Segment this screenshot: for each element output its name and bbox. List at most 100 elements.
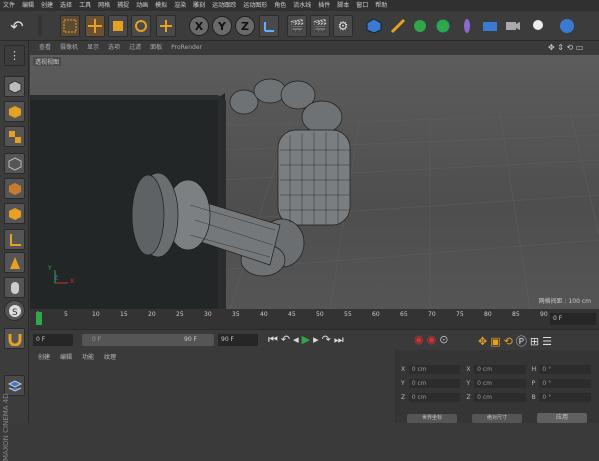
material-tab[interactable]: 编辑 bbox=[60, 354, 72, 361]
record-icon[interactable]: ◉ bbox=[414, 333, 427, 346]
pen-icon[interactable] bbox=[388, 15, 408, 37]
object-mode-icon[interactable] bbox=[4, 101, 25, 122]
menu-item[interactable]: 角色 bbox=[274, 0, 286, 11]
menu-item[interactable]: 选择 bbox=[60, 0, 72, 11]
prev-frame-icon[interactable]: ◂ bbox=[293, 333, 302, 346]
scale-key-icon[interactable]: ▣ bbox=[490, 335, 503, 348]
enable-axis-icon[interactable] bbox=[4, 229, 25, 250]
axis-label-y: Y bbox=[48, 265, 52, 272]
goto-end-icon[interactable]: ⏭ bbox=[334, 333, 347, 346]
undo-icon[interactable]: ↶ bbox=[4, 15, 30, 37]
material-tab[interactable]: 功能 bbox=[82, 354, 94, 361]
start-frame-field[interactable]: 0 F bbox=[33, 334, 73, 346]
y-axis-toggle[interactable]: Y bbox=[212, 16, 232, 36]
keyframe-selection-icon[interactable]: ⊙ bbox=[439, 333, 451, 346]
cloner-icon[interactable] bbox=[433, 15, 453, 37]
viewport-menu-item[interactable]: ProRender bbox=[171, 41, 202, 55]
rotate-tool-icon[interactable] bbox=[131, 15, 151, 37]
current-frame-field[interactable]: 0 F bbox=[550, 313, 596, 325]
perspective-viewport[interactable]: 透视视图 Y Z X 网格间距 : 100 cm bbox=[30, 55, 599, 309]
menu-item[interactable]: 渲染 bbox=[174, 0, 186, 11]
move-view-icon[interactable] bbox=[557, 15, 577, 37]
coordinate-mode-select[interactable]: 世界坐标 bbox=[407, 414, 457, 423]
camera-icon[interactable] bbox=[503, 15, 523, 37]
viewport-menu-item[interactable]: 选项 bbox=[108, 41, 120, 55]
coordinate-field[interactable]: 0 cm bbox=[408, 364, 461, 374]
z-axis-toggle[interactable]: Z bbox=[235, 16, 255, 36]
render-settings-icon[interactable]: ⚙ bbox=[333, 15, 353, 37]
coordinate-field[interactable]: 0 ° bbox=[539, 392, 591, 402]
menu-item[interactable]: 运动跟踪 bbox=[212, 0, 236, 11]
model-mode-icon[interactable] bbox=[4, 76, 25, 97]
menu-item[interactable]: 窗口 bbox=[356, 0, 368, 11]
move-tool-icon[interactable] bbox=[85, 15, 105, 37]
x-axis-toggle[interactable]: X bbox=[189, 16, 209, 36]
menu-item[interactable]: 模拟 bbox=[155, 0, 167, 11]
points-mode-icon[interactable] bbox=[4, 153, 25, 174]
position-key-icon[interactable]: ✥ bbox=[478, 335, 490, 348]
mouse-icon[interactable] bbox=[4, 277, 25, 298]
playhead[interactable] bbox=[36, 312, 42, 325]
next-frame-icon[interactable]: ▸ bbox=[313, 333, 322, 346]
coordinate-field[interactable]: 0 ° bbox=[539, 378, 591, 388]
rotation-key-icon[interactable]: ⟲ bbox=[504, 335, 516, 348]
subdivision-icon[interactable] bbox=[410, 15, 430, 37]
edges-mode-icon[interactable] bbox=[4, 178, 25, 199]
live-selection-tool[interactable] bbox=[60, 15, 80, 37]
viewport-menu-item[interactable]: 查看 bbox=[39, 41, 51, 55]
end-frame-field[interactable]: 90 F bbox=[218, 334, 258, 346]
deformer-icon[interactable] bbox=[457, 15, 477, 37]
key-track-controls: ✥▣⟲Ⓟ⊞☰ bbox=[478, 333, 555, 349]
apply-button[interactable]: 应用 bbox=[537, 413, 587, 423]
goto-start-icon[interactable]: ⏮ bbox=[268, 333, 281, 346]
menu-item[interactable]: 网格 bbox=[98, 0, 110, 11]
material-tab[interactable]: 纹理 bbox=[104, 354, 116, 361]
menu-item[interactable]: 雕刻 bbox=[193, 0, 205, 11]
viewport-menu-item[interactable]: 过滤 bbox=[129, 41, 141, 55]
render-view-icon[interactable]: 🎬 bbox=[287, 15, 307, 37]
cube-icon[interactable] bbox=[364, 15, 384, 37]
add-tool-icon[interactable] bbox=[156, 15, 176, 37]
pla-key-icon[interactable]: ⊞ bbox=[530, 335, 542, 348]
coordinate-field[interactable]: 0 cm bbox=[408, 378, 461, 388]
play-icon[interactable]: ▶ bbox=[302, 333, 313, 346]
viewport-menu-item[interactable]: 显示 bbox=[87, 41, 99, 55]
menu-item[interactable]: 运动图形 bbox=[243, 0, 267, 11]
render-picture-viewer-icon[interactable]: 🎬 bbox=[310, 15, 330, 37]
timeline-menu-icon[interactable]: ☰ bbox=[542, 335, 555, 348]
floor-icon[interactable] bbox=[480, 15, 500, 37]
menu-item[interactable]: 编辑 bbox=[22, 0, 34, 11]
coordinate-field[interactable]: 0 cm bbox=[474, 378, 526, 388]
coordinate-field[interactable]: 0 cm bbox=[474, 392, 526, 402]
menu-item[interactable]: 动画 bbox=[136, 0, 148, 11]
menu-item[interactable]: 流水线 bbox=[293, 0, 311, 11]
coordinate-field[interactable]: 0 cm bbox=[408, 392, 461, 402]
prev-key-icon[interactable]: ↶ bbox=[281, 333, 293, 346]
light-icon[interactable] bbox=[528, 15, 548, 37]
snap-icon[interactable]: S bbox=[4, 300, 25, 321]
menu-item[interactable]: 帮助 bbox=[375, 0, 387, 11]
polygons-mode-icon[interactable] bbox=[4, 203, 25, 224]
coordinate-system-icon[interactable] bbox=[259, 15, 279, 37]
param-key-icon[interactable]: Ⓟ bbox=[516, 335, 530, 348]
timeline-ruler[interactable]: 051015202530354045505560657075808590 0 F bbox=[30, 309, 599, 329]
menu-item[interactable]: 文件 bbox=[3, 0, 15, 11]
tweak-mode-icon[interactable] bbox=[4, 252, 25, 273]
autokey-icon[interactable]: ◉ bbox=[427, 333, 440, 346]
next-key-icon[interactable]: ↷ bbox=[322, 333, 334, 346]
menu-item[interactable]: 捕捉 bbox=[117, 0, 129, 11]
magnet-icon[interactable] bbox=[4, 328, 25, 349]
menu-item[interactable]: 工具 bbox=[79, 0, 91, 11]
material-tab[interactable]: 创建 bbox=[38, 354, 50, 361]
viewport-nav-icon[interactable]: ✥ ⇕ ⟲ ▭ bbox=[548, 43, 583, 52]
menu-item[interactable]: 脚本 bbox=[337, 0, 349, 11]
coordinate-field[interactable]: 0 cm bbox=[474, 364, 526, 374]
texture-mode-icon[interactable] bbox=[4, 126, 25, 147]
viewport-menu-item[interactable]: 摄像机 bbox=[60, 41, 78, 55]
menu-item[interactable]: 插件 bbox=[318, 0, 330, 11]
size-mode-select[interactable]: 绝对尺寸 bbox=[472, 414, 522, 423]
scale-tool-icon[interactable] bbox=[108, 15, 128, 37]
coordinate-field[interactable]: 0 ° bbox=[539, 364, 591, 374]
viewport-menu-item[interactable]: 面板 bbox=[150, 41, 162, 55]
menu-item[interactable]: 创建 bbox=[41, 0, 53, 11]
